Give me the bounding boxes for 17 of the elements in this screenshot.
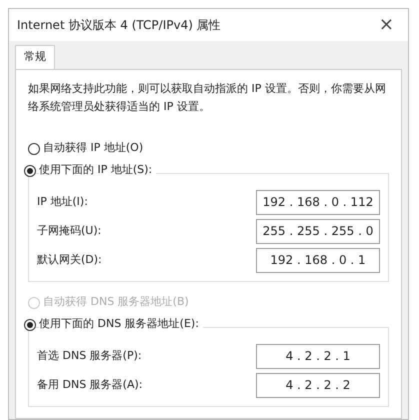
radio-button[interactable]	[24, 318, 36, 330]
field-label: 子网掩码(U):	[37, 222, 102, 239]
ip-address-field[interactable]: 4 . 2 . 2 . 1	[256, 344, 380, 368]
ip-address-field[interactable]: 255 . 255 . 255 . 0	[256, 218, 380, 244]
ip-address-field[interactable]: 192 . 168 . 0 . 112	[256, 190, 380, 214]
field-label: 备用 DNS 服务器(A):	[37, 376, 142, 393]
field-label: 首选 DNS 服务器(P):	[37, 348, 142, 364]
ip-address-field[interactable]: 4 . 2 . 2 . 2	[256, 372, 380, 398]
radio-button[interactable]	[28, 142, 40, 154]
radio-button[interactable]	[24, 164, 36, 176]
field-label: IP 地址(I):	[37, 194, 88, 210]
ip-address-field[interactable]: 192 . 168 . 0 . 1	[256, 248, 380, 272]
window-title: Internet 协议版本 4 (TCP/IPv4) 属性	[17, 17, 221, 34]
field-label: 默认网关(D):	[37, 252, 102, 268]
description-text: 如果网络支持此功能，则可以获取自动指派的 IP 设置。否则，你需要从网络系统管理员处获得适当的 IP 设置。	[28, 80, 387, 114]
close-button[interactable]: ×	[372, 16, 400, 34]
tab[interactable]: 常规	[15, 45, 55, 68]
